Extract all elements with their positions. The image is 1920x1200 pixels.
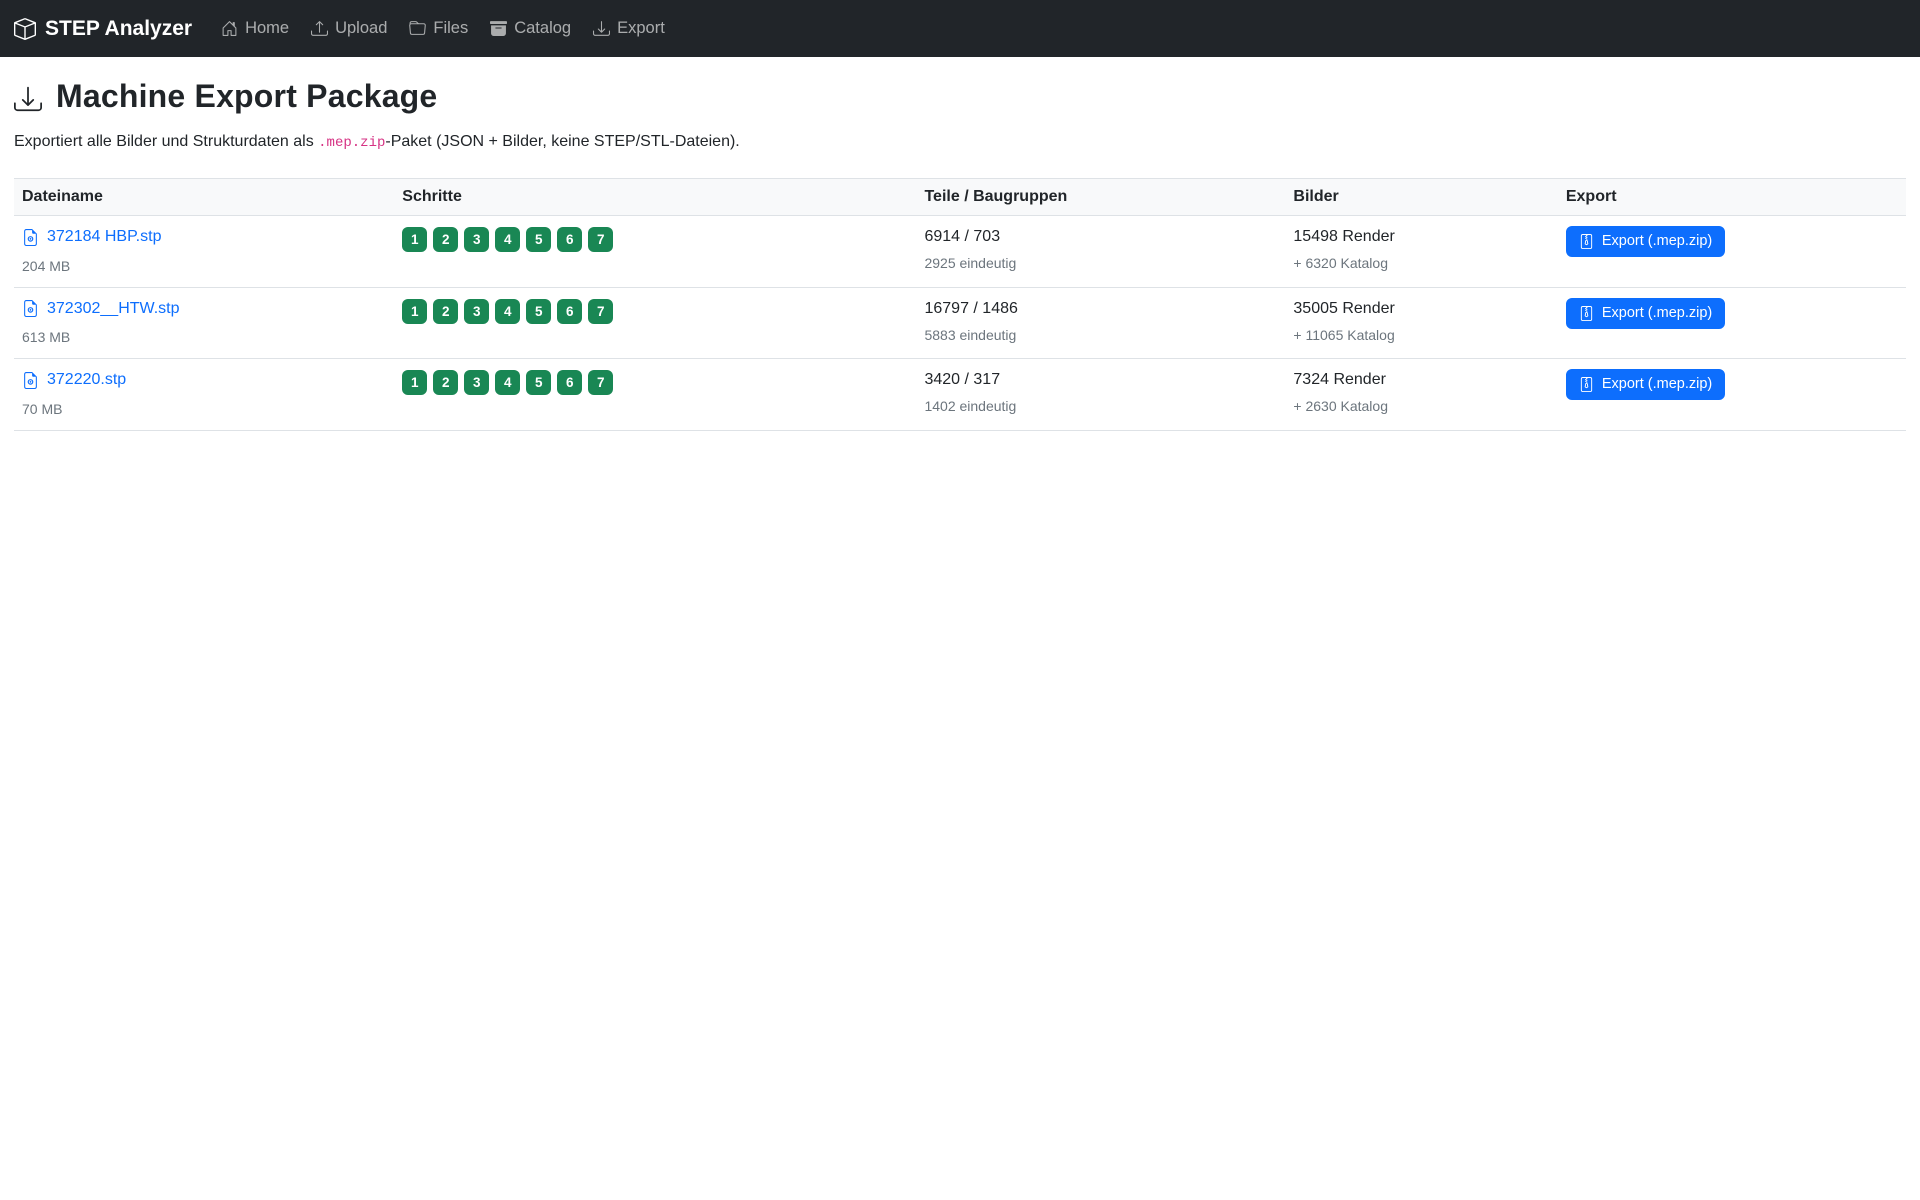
table-row: 372220.stp 70 MB 1 2 3 4 5 6 7 3420 / 31… <box>14 358 1906 431</box>
step-badge: 6 <box>557 227 583 252</box>
file-name: 372220.stp <box>47 371 127 388</box>
brand-link[interactable]: STEP Analyzer <box>14 17 192 41</box>
table-header-row: Dateiname Schritte Teile / Baugruppen Bi… <box>14 178 1906 216</box>
file-size: 70 MB <box>22 400 63 417</box>
nav-item-catalog-label: Catalog <box>514 19 572 37</box>
step-badge: 7 <box>588 370 614 395</box>
file-name: 372184 HBP.stp <box>47 228 162 245</box>
column-header-bilder: Bilder <box>1285 178 1558 216</box>
zip-file-icon <box>1579 377 1594 392</box>
file-earmark-icon <box>22 300 39 317</box>
export-button-label: Export (.mep.zip) <box>1601 376 1713 392</box>
download-icon <box>14 81 42 113</box>
zip-file-icon <box>1579 234 1594 249</box>
images-render-count: 7324 Render <box>1293 371 1386 388</box>
images-catalog-count: + 11065 Katalog <box>1293 326 1395 343</box>
step-badge: 1 <box>402 370 428 395</box>
export-button[interactable]: Export (.mep.zip) <box>1565 226 1726 257</box>
page-title-text: Machine Export Package <box>56 78 438 114</box>
column-header-schritte: Schritte <box>394 178 917 216</box>
main-content: Machine Export Package Exportiert alle B… <box>0 78 1920 431</box>
step-badge: 1 <box>402 298 428 324</box>
file-link[interactable]: 372184 HBP.stp <box>22 226 161 248</box>
nav-item-upload[interactable]: Upload <box>300 11 398 46</box>
code-mep-zip: .mep.zip <box>318 135 386 151</box>
page-title: Machine Export Package <box>14 78 1906 115</box>
parts-unique: 5883 eindeutig <box>924 326 1017 343</box>
images-render-count: 35005 Render <box>1293 299 1395 317</box>
zip-file-icon <box>1579 306 1594 321</box>
nav-item-catalog[interactable]: Catalog <box>479 11 582 46</box>
export-button-label: Export (.mep.zip) <box>1601 233 1713 249</box>
step-badge: 7 <box>588 227 614 252</box>
step-badge: 5 <box>526 227 552 252</box>
file-size: 204 MB <box>22 257 71 274</box>
column-header-dateiname: Dateiname <box>14 178 395 216</box>
step-badges: 1 2 3 4 5 6 7 <box>402 369 908 395</box>
nav-item-export-label: Export <box>617 19 665 37</box>
step-badge: 7 <box>588 298 614 324</box>
nav-item-home[interactable]: Home <box>210 11 300 46</box>
home-icon <box>221 20 238 37</box>
box-3d-icon <box>14 18 36 40</box>
export-button[interactable]: Export (.mep.zip) <box>1565 297 1726 329</box>
step-badge: 2 <box>433 298 459 324</box>
step-badge: 2 <box>433 370 459 395</box>
step-badge: 3 <box>464 298 490 324</box>
file-size: 613 MB <box>22 329 71 345</box>
upload-icon <box>311 20 328 37</box>
file-name: 372302__HTW.stp <box>47 299 180 317</box>
step-badge: 4 <box>495 370 521 395</box>
step-badge: 6 <box>557 370 583 395</box>
description-text-before: Exportiert alle Bilder und Strukturdaten… <box>14 133 319 150</box>
column-header-teile-baugruppen: Teile / Baugruppen <box>916 178 1286 216</box>
file-link[interactable]: 372302__HTW.stp <box>22 298 180 320</box>
export-table: Dateiname Schritte Teile / Baugruppen Bi… <box>14 178 1906 431</box>
export-button[interactable]: Export (.mep.zip) <box>1565 369 1726 400</box>
brand-label: STEP Analyzer <box>45 16 193 40</box>
nav-item-export[interactable]: Export <box>582 11 676 46</box>
parts-count: 6914 / 703 <box>924 228 1001 245</box>
step-badge: 6 <box>557 298 583 324</box>
parts-count: 16797 / 1486 <box>924 299 1018 317</box>
file-link[interactable]: 372220.stp <box>22 369 126 391</box>
step-badge: 3 <box>464 227 490 252</box>
parts-unique: 1402 eindeutig <box>924 398 1017 414</box>
images-catalog-count: + 6320 Katalog <box>1293 255 1388 271</box>
images-catalog-count: + 2630 Katalog <box>1293 398 1388 414</box>
step-badge: 4 <box>495 227 521 252</box>
nav-item-files-label: Files <box>433 19 469 37</box>
file-earmark-icon <box>22 372 39 389</box>
step-badge: 2 <box>433 227 459 252</box>
table-row: 372302__HTW.stp 613 MB 1 2 3 4 5 6 7 167… <box>14 287 1906 359</box>
step-badge: 5 <box>526 370 552 395</box>
folder-icon <box>409 20 426 37</box>
download-icon <box>593 20 610 37</box>
step-badges: 1 2 3 4 5 6 7 <box>402 298 908 324</box>
navbar: STEP Analyzer Home Upload Files Catalog … <box>0 0 1920 57</box>
step-badges: 1 2 3 4 5 6 7 <box>402 226 908 252</box>
step-badge: 5 <box>526 298 552 324</box>
column-header-export: Export <box>1557 178 1906 216</box>
step-badge: 3 <box>464 370 490 395</box>
nav-item-files[interactable]: Files <box>398 11 479 46</box>
description-text-after: -Paket (JSON + Bilder, keine STEP/STL-Da… <box>385 133 740 150</box>
file-earmark-icon <box>22 229 39 246</box>
page-description: Exportiert alle Bilder und Strukturdaten… <box>14 133 1906 151</box>
export-button-label: Export (.mep.zip) <box>1601 304 1713 321</box>
archive-icon <box>490 20 507 37</box>
parts-count: 3420 / 317 <box>924 371 1001 388</box>
parts-unique: 2925 eindeutig <box>924 255 1017 271</box>
nav-item-upload-label: Upload <box>335 19 388 37</box>
images-render-count: 15498 Render <box>1293 228 1395 245</box>
nav-item-home-label: Home <box>245 19 290 37</box>
step-badge: 1 <box>402 227 428 252</box>
step-badge: 4 <box>495 298 521 324</box>
table-row: 372184 HBP.stp 204 MB 1 2 3 4 5 6 7 6914… <box>14 215 1906 288</box>
